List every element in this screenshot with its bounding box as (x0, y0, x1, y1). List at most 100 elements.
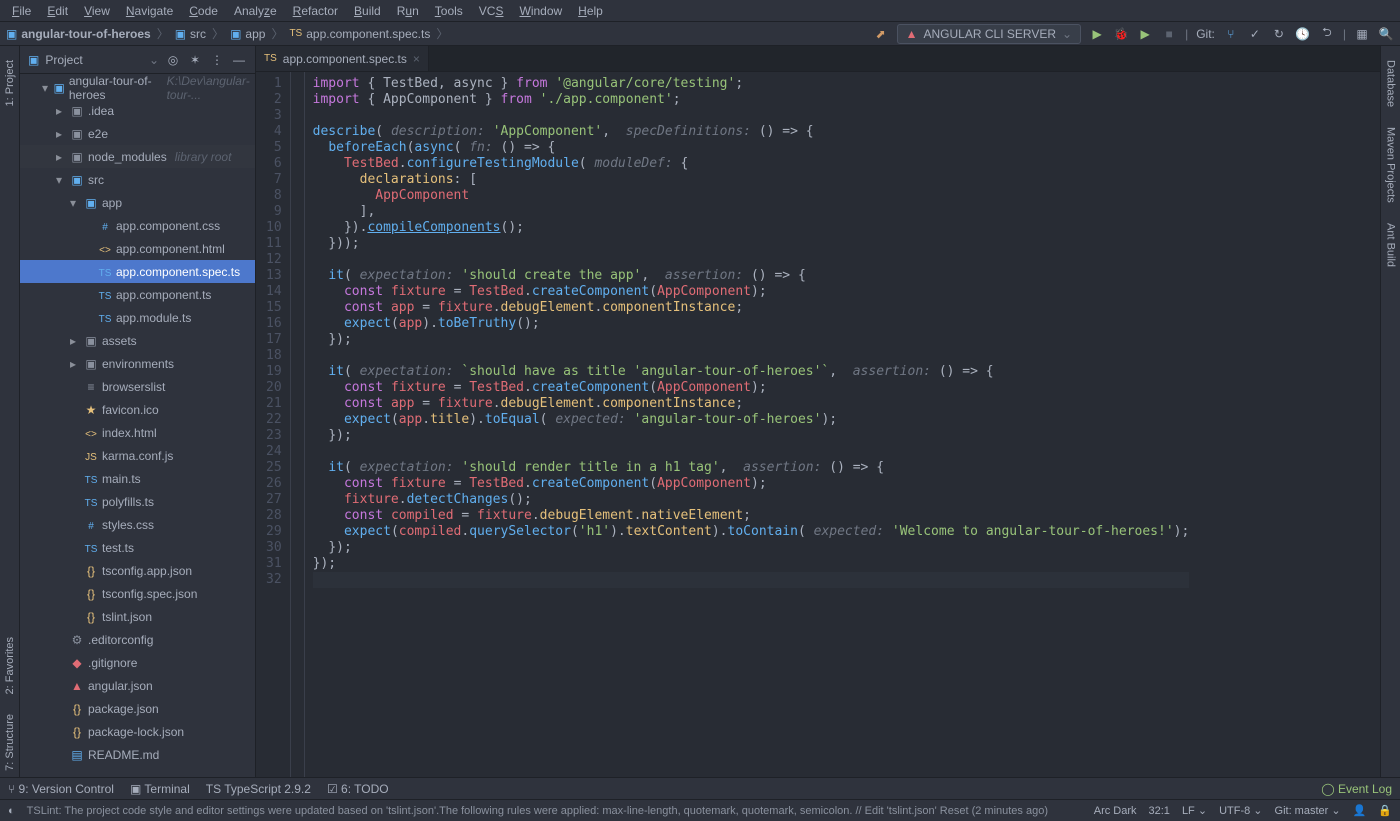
git-commit-icon[interactable]: ✓ (1247, 26, 1263, 42)
tool-terminal-tab[interactable]: ▣ Terminal (130, 782, 190, 796)
project-tree[interactable]: ▾▣angular-tour-of-heroesK:\Dev\angular-t… (20, 74, 255, 777)
tree-item[interactable]: {}tslint.json (20, 605, 255, 628)
tree-item[interactable]: ▾▣angular-tour-of-heroesK:\Dev\angular-t… (20, 76, 255, 99)
tab-label: app.component.spec.ts (283, 52, 407, 66)
tool-favorites-tab[interactable]: 2: Favorites (2, 631, 18, 700)
tool-vcs-tab[interactable]: ⑂ 9: Version Control (8, 782, 114, 796)
run-config-selector[interactable]: ▲ ANGULAR CLI SERVER ⌄ (897, 24, 1081, 44)
tool-database-tab[interactable]: Database (1383, 54, 1399, 113)
breadcrumb-app[interactable]: ▣app (230, 27, 265, 41)
stop-button[interactable]: ■ (1161, 26, 1177, 42)
tool-project-tab[interactable]: 1: Project (2, 54, 18, 112)
tree-item[interactable]: <>app.component.html (20, 237, 255, 260)
build-icon[interactable]: ⬈ (873, 26, 889, 42)
tree-item[interactable]: {}package-lock.json (20, 720, 255, 743)
tree-item[interactable]: ▸▣.idea (20, 99, 255, 122)
fold-gutter (291, 72, 305, 777)
settings-icon[interactable]: ⋮ (209, 52, 225, 68)
tree-item[interactable]: #styles.css (20, 513, 255, 536)
tool-typescript-tab[interactable]: TS TypeScript 2.9.2 (206, 782, 311, 796)
status-icon[interactable]: ◐ (8, 805, 15, 817)
editor-tab-bar: TS app.component.spec.ts × (256, 46, 1380, 72)
chevron-down-icon: ⌄ (1062, 27, 1072, 41)
tree-item[interactable]: ⚙.editorconfig (20, 628, 255, 651)
tree-item[interactable]: TSpolyfills.ts (20, 490, 255, 513)
search-everywhere-icon[interactable]: 🔍 (1378, 26, 1394, 42)
tool-ant-tab[interactable]: Ant Build (1383, 217, 1399, 273)
tool-structure-tab[interactable]: 7: Structure (2, 708, 18, 777)
breadcrumb-file[interactable]: TSapp.component.spec.ts (289, 27, 430, 41)
tree-item[interactable]: JSkarma.conf.js (20, 444, 255, 467)
project-icon: ▣ (6, 27, 17, 41)
inspections-icon[interactable]: 👤 (1353, 804, 1367, 817)
tree-item[interactable]: ≡browserslist (20, 375, 255, 398)
tree-item[interactable]: <>index.html (20, 421, 255, 444)
line-ending[interactable]: LF ⌄ (1182, 804, 1207, 817)
git-revert-icon[interactable]: ⮌ (1319, 26, 1335, 42)
close-tab-icon[interactable]: × (413, 52, 420, 66)
tree-item[interactable]: ▾▣src (20, 168, 255, 191)
event-log-tab[interactable]: ◯ Event Log (1321, 782, 1392, 796)
code-editor[interactable]: 1234567891011121314151617181920212223242… (256, 72, 1380, 777)
tool-maven-tab[interactable]: Maven Projects (1383, 121, 1399, 209)
tree-item[interactable]: ▤README.md (20, 743, 255, 766)
menu-view[interactable]: View (76, 1, 118, 21)
ide-settings-icon[interactable]: ▦ (1354, 26, 1370, 42)
menu-analyze[interactable]: Analyze (226, 1, 285, 21)
lock-icon[interactable]: 🔒 (1378, 804, 1392, 817)
breadcrumb-src[interactable]: ▣src (175, 27, 206, 41)
breadcrumb-project[interactable]: ▣angular-tour-of-heroes (6, 27, 151, 41)
tree-item[interactable]: ▲angular.json (20, 674, 255, 697)
tree-item[interactable]: TSapp.component.spec.ts (20, 260, 255, 283)
debug-button[interactable]: 🐞 (1113, 26, 1129, 42)
menu-tools[interactable]: Tools (427, 1, 471, 21)
tree-item[interactable]: ▸▣e2e (20, 122, 255, 145)
tree-item[interactable]: TSapp.module.ts (20, 306, 255, 329)
theme-indicator[interactable]: Arc Dark (1094, 805, 1137, 817)
chevron-down-icon[interactable]: ⌄ (149, 53, 159, 67)
collapse-icon[interactable]: ✶ (187, 52, 203, 68)
tree-item[interactable]: ◆.gitignore (20, 651, 255, 674)
git-update-icon[interactable]: ↻ (1271, 26, 1287, 42)
tree-item[interactable]: {}package.json (20, 697, 255, 720)
menu-help[interactable]: Help (570, 1, 611, 21)
hide-panel-icon[interactable]: — (231, 52, 247, 68)
tree-item[interactable]: ▸▣environments (20, 352, 255, 375)
tree-item[interactable]: {}tsconfig.spec.json (20, 582, 255, 605)
status-message[interactable]: TSLint: The project code style and edito… (27, 805, 1082, 817)
tree-item[interactable]: ▸▣node_moduleslibrary root (20, 145, 255, 168)
menu-refactor[interactable]: Refactor (285, 1, 346, 21)
git-branch[interactable]: Git: master ⌄ (1275, 804, 1341, 817)
menu-edit[interactable]: Edit (39, 1, 76, 21)
run-button[interactable]: ▶ (1089, 26, 1105, 42)
caret-position[interactable]: 32:1 (1149, 805, 1170, 817)
chevron-right-icon: 〉 (436, 25, 448, 42)
tree-item[interactable]: ▾▣app (20, 191, 255, 214)
tool-todo-tab[interactable]: ☑ 6: TODO (327, 782, 389, 796)
git-history-icon[interactable]: 🕓 (1295, 26, 1311, 42)
menu-window[interactable]: Window (511, 1, 570, 21)
tree-item[interactable]: TStest.ts (20, 536, 255, 559)
menu-build[interactable]: Build (346, 1, 389, 21)
menu-run[interactable]: Run (389, 1, 427, 21)
tree-item[interactable]: TSmain.ts (20, 467, 255, 490)
menu-file[interactable]: File (4, 1, 39, 21)
tree-item[interactable]: TSapp.component.ts (20, 283, 255, 306)
code-content[interactable]: import { TestBed, async } from '@angular… (305, 72, 1190, 777)
git-branch-icon[interactable]: ⑂ (1223, 26, 1239, 42)
project-view-title[interactable]: Project (45, 53, 143, 67)
folder-icon: ▣ (230, 27, 241, 41)
file-encoding[interactable]: UTF-8 ⌄ (1219, 804, 1262, 817)
tree-item[interactable]: ★favicon.ico (20, 398, 255, 421)
menu-code[interactable]: Code (181, 1, 226, 21)
menu-vcs[interactable]: VCS (471, 1, 512, 21)
tree-item[interactable]: ▸▣assets (20, 329, 255, 352)
tree-item[interactable]: #app.component.css (20, 214, 255, 237)
run-coverage-button[interactable]: ▶ (1137, 26, 1153, 42)
menu-navigate[interactable]: Navigate (118, 1, 181, 21)
target-icon[interactable]: ◎ (165, 52, 181, 68)
chevron-right-icon: 〉 (271, 25, 283, 42)
folder-icon: ▣ (175, 27, 186, 41)
tree-item[interactable]: {}tsconfig.app.json (20, 559, 255, 582)
editor-tab[interactable]: TS app.component.spec.ts × (256, 46, 429, 71)
